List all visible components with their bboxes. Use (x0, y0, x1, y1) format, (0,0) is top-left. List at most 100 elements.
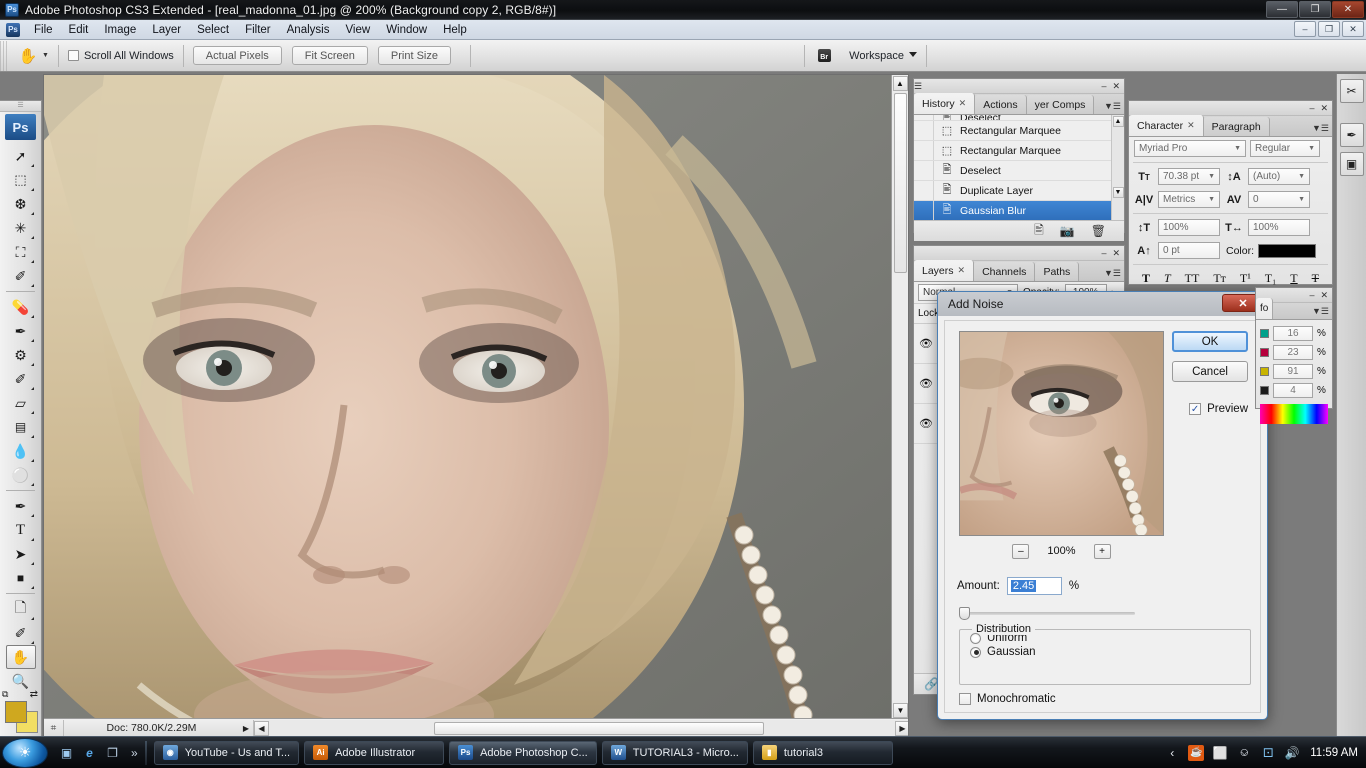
faux-bold-button[interactable]: T (1142, 271, 1150, 286)
baseline-shift-input[interactable]: 0 pt (1158, 242, 1220, 259)
options-bar-grip[interactable] (0, 40, 9, 71)
font-family-select[interactable]: Myriad Pro ▼ (1134, 140, 1246, 157)
amount-slider[interactable] (959, 607, 1135, 620)
dodge-tool[interactable]: ⚪ (6, 463, 36, 487)
print-size-button[interactable]: Print Size (377, 46, 451, 65)
history-minimize-icon[interactable]: – (1101, 81, 1106, 91)
tool-presets-icon[interactable]: ✂ (1339, 79, 1364, 103)
history-scrollbar[interactable]: ▲ ▼ (1111, 115, 1124, 220)
tray-expand-icon[interactable]: ‹ (1164, 745, 1180, 761)
character-close-icon[interactable]: ✕ (1320, 103, 1328, 114)
rectangular-marquee-tool[interactable]: ⬚ (6, 168, 36, 192)
brushes-icon[interactable]: ✒ (1339, 123, 1364, 147)
color-spectrum-ramp[interactable] (1260, 404, 1328, 424)
path-selection-tool[interactable]: ➤ (6, 542, 36, 566)
kerning-input[interactable]: Metrics ▼ (1158, 191, 1220, 208)
toolbox-grip[interactable]: ☰ (0, 101, 41, 112)
notes-tool[interactable]: 🗋 (6, 597, 36, 621)
internet-explorer-icon[interactable]: e (81, 744, 98, 761)
minimize-button[interactable]: — (1266, 1, 1298, 18)
new-document-icon[interactable]: 🖹 (1034, 221, 1044, 242)
scroll-right-arrow-icon[interactable]: ▶ (895, 720, 908, 736)
go-to-bridge-icon[interactable]: Br (813, 46, 835, 66)
tab-history[interactable]: History ✕ (914, 93, 976, 114)
pen-tool[interactable]: ✒ (6, 494, 36, 518)
close-button[interactable]: ✕ (1332, 1, 1364, 18)
scroll-up-arrow-icon[interactable]: ▲ (1112, 116, 1124, 127)
new-snapshot-icon[interactable]: 📷 (1060, 224, 1075, 238)
vertical-scroll-thumb[interactable] (893, 93, 907, 273)
taskbar-button-illustrator[interactable]: Ai Adobe Illustrator (304, 740, 445, 765)
delete-icon[interactable]: 🗑 (1091, 224, 1106, 238)
ok-button[interactable]: OK (1172, 331, 1248, 352)
menu-image[interactable]: Image (96, 22, 144, 38)
history-item[interactable]: ⬚ Rectangular Marquee (914, 121, 1124, 141)
panel-menu-icon[interactable]: ▼☰ (1104, 101, 1121, 112)
color-close-icon[interactable]: ✕ (1320, 290, 1328, 301)
default-colors-icon[interactable]: ⧉ (2, 689, 8, 700)
type-tool[interactable]: T (6, 518, 36, 542)
clone-source-icon[interactable]: ▣ (1339, 152, 1364, 176)
show-desktop-icon[interactable]: ▣ (58, 744, 75, 761)
tab-paragraph[interactable]: Paragraph (1203, 117, 1270, 136)
windows-start-icon[interactable]: ☀ (2, 737, 48, 768)
status-menu-arrow-icon[interactable]: ▶ (239, 724, 253, 733)
history-brush-tool[interactable]: ✐ (6, 367, 36, 391)
tracking-input[interactable]: 0 ▼ (1248, 191, 1310, 208)
faux-italic-button[interactable]: T (1164, 271, 1171, 286)
hand-tool-icon[interactable]: ✋ (15, 44, 41, 68)
history-item-selected[interactable]: 🖹 Gaussian Blur (914, 201, 1124, 220)
menu-filter[interactable]: Filter (237, 22, 279, 38)
horizontal-scale-input[interactable]: 100% (1248, 219, 1310, 236)
workspace-button[interactable]: Workspace (849, 50, 917, 62)
blur-tool[interactable]: 💧 (6, 439, 36, 463)
tab-layers[interactable]: Layers ✕ (914, 260, 975, 281)
quick-launch-more-icon[interactable]: » (131, 746, 138, 760)
checkbox-box[interactable] (959, 693, 971, 705)
display-icon[interactable]: ⬜ (1212, 745, 1228, 761)
printer-icon[interactable]: ⎉ (1236, 745, 1252, 761)
checkbox-box[interactable] (67, 49, 79, 61)
superscript-button[interactable]: T¹ (1240, 271, 1251, 286)
menu-window[interactable]: Window (378, 22, 435, 38)
history-source-checkbox[interactable] (914, 121, 934, 140)
layer-visibility-icon[interactable]: 👁 (914, 337, 938, 350)
radio-button[interactable] (970, 646, 981, 658)
taskbar-button-youtube[interactable]: ◉ YouTube - Us and T... (153, 740, 300, 765)
monochromatic-checkbox[interactable]: Monochromatic (959, 693, 1056, 705)
menu-edit[interactable]: Edit (61, 22, 97, 38)
clone-stamp-tool[interactable]: ⚙ (6, 343, 36, 367)
taskbar-button-folder[interactable]: ▮ tutorial3 (752, 740, 893, 765)
doc-restore-button[interactable]: ❐ (1318, 21, 1340, 37)
taskbar-button-photoshop[interactable]: Ps Adobe Photoshop C... (449, 740, 597, 765)
noise-preview-image[interactable] (959, 331, 1164, 536)
gradient-tool[interactable]: ▤ (6, 415, 36, 439)
history-list[interactable]: 🖹 Deselect ⬚ Rectangular Marquee ⬚ Recta… (914, 115, 1124, 220)
history-item[interactable]: ⬚ Rectangular Marquee (914, 141, 1124, 161)
menu-view[interactable]: View (337, 22, 378, 38)
radio-button[interactable] (970, 632, 981, 644)
switch-windows-icon[interactable]: ❐ (104, 744, 121, 761)
tab-actions[interactable]: Actions (975, 95, 1027, 114)
hand-tool[interactable]: ✋ (5, 645, 36, 669)
doc-minimize-button[interactable]: – (1294, 21, 1316, 37)
checkbox-box[interactable]: ✓ (1189, 403, 1202, 415)
gaussian-radio[interactable]: Gaussian (960, 644, 1250, 658)
horizontal-scroll-thumb[interactable] (434, 721, 764, 735)
layers-close-icon[interactable]: ✕ (1112, 248, 1120, 259)
tab-info[interactable]: fo (1256, 298, 1274, 319)
history-source-checkbox[interactable] (914, 181, 934, 200)
actual-pixels-button[interactable]: Actual Pixels (192, 46, 282, 65)
layer-visibility-icon[interactable]: 👁 (914, 417, 938, 430)
layers-minimize-icon[interactable]: – (1101, 248, 1106, 258)
all-caps-button[interactable]: TT (1185, 271, 1200, 286)
scroll-down-arrow-icon[interactable]: ▼ (1112, 187, 1124, 198)
font-size-input[interactable]: 70.38 pt ▼ (1158, 168, 1220, 185)
swap-colors-icon[interactable]: ⇄ (30, 689, 38, 700)
tab-character[interactable]: Character ✕ (1129, 115, 1204, 136)
strikethrough-button[interactable]: T (1312, 271, 1319, 286)
font-style-select[interactable]: Regular ▼ (1250, 140, 1320, 157)
fit-screen-button[interactable]: Fit Screen (291, 46, 368, 65)
brush-tool[interactable]: ✒ (6, 319, 36, 343)
healing-brush-tool[interactable]: 💊 (6, 295, 36, 319)
